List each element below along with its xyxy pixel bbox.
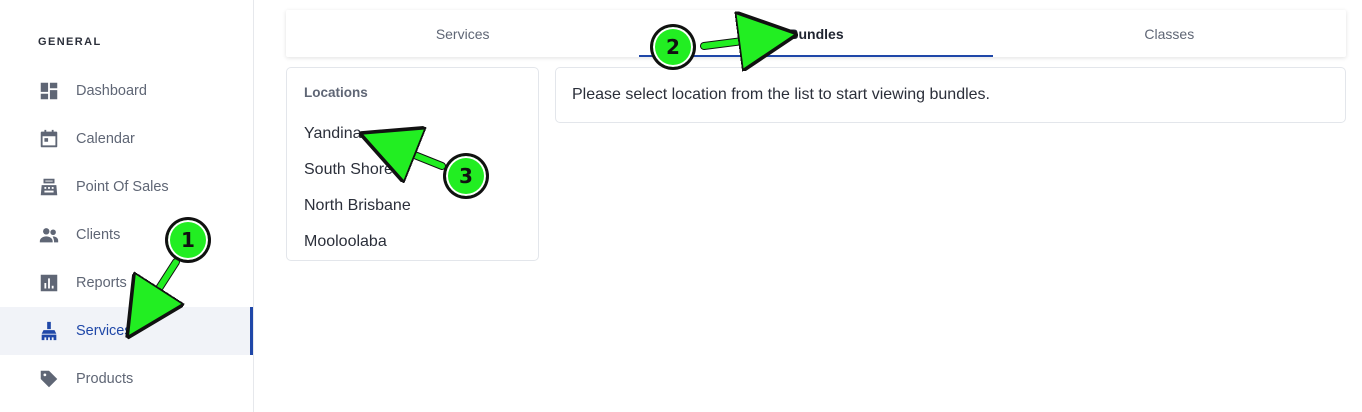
sidebar-item-clients[interactable]: Clients bbox=[0, 211, 253, 259]
brush-icon bbox=[38, 320, 60, 342]
tab-bar: Services Bundles Classes bbox=[286, 10, 1346, 57]
sidebar-item-label: Services bbox=[76, 323, 132, 339]
location-item-yandina[interactable]: Yandina bbox=[304, 125, 362, 143]
sidebar-item-label: Reports bbox=[76, 275, 127, 291]
sidebar-heading: GENERAL bbox=[38, 36, 102, 48]
location-item-south-shore[interactable]: South Shore bbox=[304, 161, 393, 179]
sidebar-item-calendar[interactable]: Calendar bbox=[0, 115, 253, 163]
sidebar-item-dashboard[interactable]: Dashboard bbox=[0, 67, 253, 115]
location-item-north-brisbane[interactable]: North Brisbane bbox=[304, 197, 411, 215]
sidebar-item-label: Products bbox=[76, 371, 134, 387]
annotation-badge-2: 2 bbox=[651, 25, 695, 69]
bar-chart-icon bbox=[38, 272, 60, 294]
sidebar-item-label: Clients bbox=[76, 227, 121, 243]
locations-panel: Locations Yandina South Shore North Bris… bbox=[286, 67, 539, 261]
sidebar-item-label: Point Of Sales bbox=[76, 179, 169, 195]
cash-register-icon bbox=[38, 176, 60, 198]
dashboard-icon bbox=[38, 80, 60, 102]
locations-title: Locations bbox=[304, 85, 368, 100]
annotation-badge-1: 1 bbox=[166, 218, 210, 262]
sidebar-item-products[interactable]: Products bbox=[0, 355, 253, 403]
tag-icon bbox=[38, 368, 60, 390]
tab-classes[interactable]: Classes bbox=[993, 10, 1346, 57]
sidebar-item-services[interactable]: Services bbox=[0, 307, 253, 355]
location-item-mooloolaba[interactable]: Mooloolaba bbox=[304, 233, 387, 251]
people-icon bbox=[38, 224, 60, 246]
empty-state-message: Please select location from the list to … bbox=[555, 67, 1346, 123]
annotation-badge-3: 3 bbox=[444, 154, 488, 198]
sidebar: GENERAL Dashboard Calendar Point Of Sale… bbox=[0, 0, 254, 412]
sidebar-item-label: Calendar bbox=[76, 131, 135, 147]
sidebar-item-label: Dashboard bbox=[76, 83, 147, 99]
sidebar-item-reports[interactable]: Reports bbox=[0, 259, 253, 307]
calendar-icon bbox=[38, 128, 60, 150]
sidebar-item-point-of-sales[interactable]: Point Of Sales bbox=[0, 163, 253, 211]
tab-services[interactable]: Services bbox=[286, 10, 639, 57]
